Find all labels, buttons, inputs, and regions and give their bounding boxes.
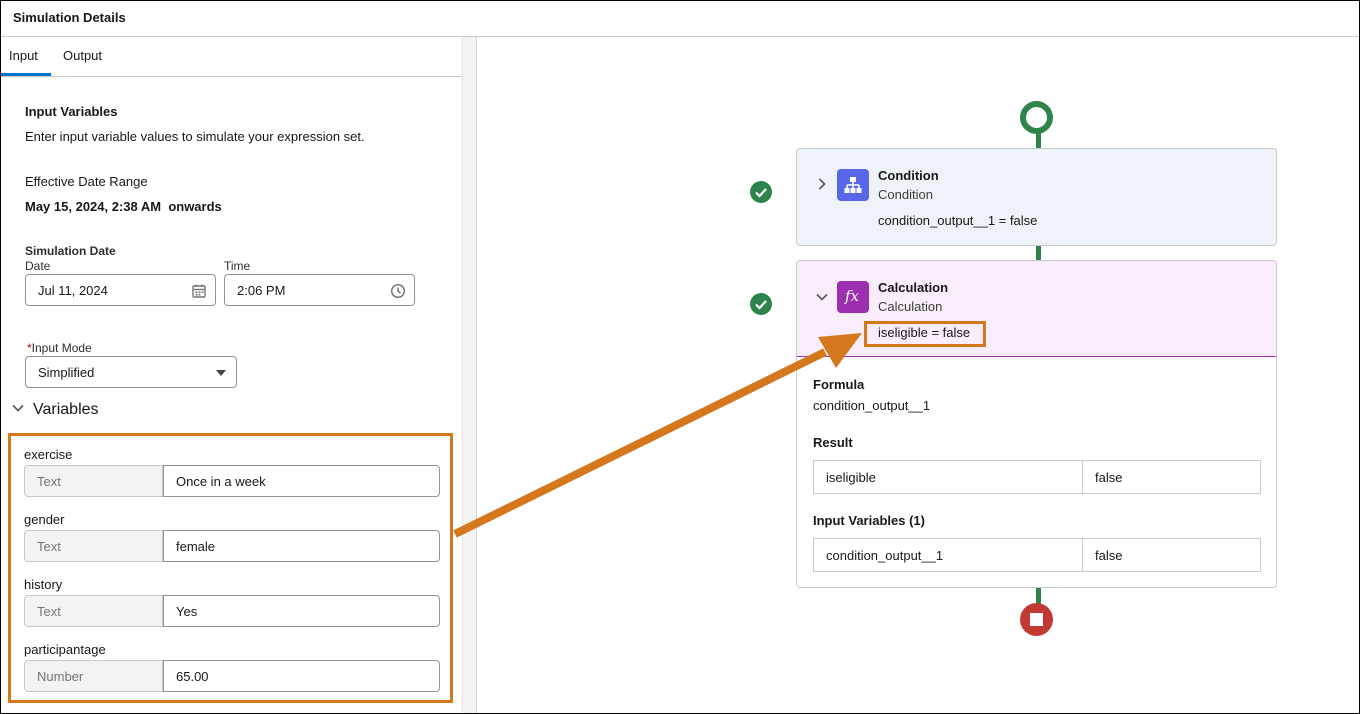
variable-type-participantage: Number — [24, 660, 163, 692]
formula-value: condition_output__1 — [813, 398, 931, 413]
chevron-down-icon[interactable] — [815, 292, 829, 302]
input-variable-name-cell: condition_output__1 — [814, 539, 1083, 571]
simulation-date-heading: Simulation Date — [25, 244, 116, 258]
time-input[interactable]: 2:06 PM — [224, 274, 415, 306]
variable-label-history: history — [24, 577, 63, 592]
result-name-cell: iseligible — [814, 461, 1083, 493]
input-variables-heading: Input Variables — [25, 104, 118, 119]
active-tab-indicator — [1, 73, 51, 76]
variable-label-exercise: exercise — [24, 447, 73, 462]
condition-title: Condition — [878, 168, 939, 183]
variable-value-history[interactable]: Yes — [163, 595, 440, 627]
variable-type-history: Text — [24, 595, 163, 627]
stop-icon — [1030, 613, 1043, 626]
effective-date-label: Effective Date Range — [25, 174, 148, 189]
variable-value-participantage[interactable]: 65.00 — [163, 660, 440, 692]
page-title: Simulation Details — [13, 10, 126, 25]
input-mode-label: *Input Mode — [27, 341, 92, 355]
calculation-header: fx Calculation Calculation iseligible = … — [797, 261, 1276, 357]
flow-connector — [1036, 245, 1041, 261]
end-node[interactable] — [1020, 603, 1053, 636]
input-variables-description: Enter input variable values to simulate … — [25, 129, 365, 144]
function-icon: fx — [837, 281, 869, 313]
calendar-icon[interactable] — [191, 283, 207, 299]
input-panel: Input Output Input Variables Enter input… — [1, 37, 462, 713]
date-label: Date — [25, 259, 51, 273]
panel-resize-handle[interactable] — [462, 37, 477, 713]
variable-label-participantage: participantage — [24, 642, 106, 657]
clock-icon[interactable] — [390, 283, 406, 299]
variable-type-gender: Text — [24, 530, 163, 562]
tab-bar: Input Output — [1, 37, 462, 77]
calculation-title: Calculation — [878, 280, 949, 295]
result-value-cell: false — [1095, 470, 1123, 485]
variables-highlight-box: exercise Text Once in a week gender Text… — [8, 433, 453, 703]
variable-value-gender[interactable]: female — [163, 530, 440, 562]
condition-node-card[interactable]: Condition Condition condition_output__1 … — [796, 148, 1277, 246]
tab-input[interactable]: Input — [9, 48, 38, 63]
flow-canvas: Condition Condition condition_output__1 … — [477, 37, 1359, 713]
date-input-value: Jul 11, 2024 — [38, 283, 108, 298]
calculation-output: iseligible = false — [878, 325, 971, 340]
result-label: Result — [813, 435, 853, 450]
page-header: Simulation Details — [1, 1, 1359, 37]
chevron-down-icon[interactable] — [11, 401, 25, 415]
input-variables-label: Input Variables (1) — [813, 513, 925, 528]
variable-label-gender: gender — [24, 512, 65, 527]
tab-output[interactable]: Output — [63, 48, 102, 63]
formula-label: Formula — [813, 377, 865, 392]
input-variable-table-row: condition_output__1 false — [813, 538, 1261, 572]
time-input-value: 2:06 PM — [237, 283, 286, 298]
chevron-right-icon[interactable] — [817, 177, 827, 191]
condition-subtitle: Condition — [878, 187, 933, 202]
time-label: Time — [224, 259, 251, 273]
calculation-node-card[interactable]: fx Calculation Calculation iseligible = … — [796, 260, 1277, 588]
date-input[interactable]: Jul 11, 2024 — [25, 274, 216, 306]
effective-date-value: May 15, 2024, 2:38 AM onwards — [25, 199, 222, 214]
success-check-icon — [750, 181, 772, 203]
calculation-subtitle: Calculation — [878, 299, 943, 314]
success-check-icon — [750, 293, 772, 315]
input-variable-value-cell: false — [1095, 548, 1123, 563]
condition-icon — [837, 169, 869, 201]
condition-output: condition_output__1 = false — [878, 213, 1038, 228]
start-node[interactable] — [1020, 101, 1053, 134]
variable-type-exercise: Text — [24, 465, 163, 497]
variables-section-title[interactable]: Variables — [33, 401, 99, 419]
variable-value-exercise[interactable]: Once in a week — [163, 465, 440, 497]
input-mode-select[interactable]: Simplified — [25, 356, 237, 388]
input-mode-value: Simplified — [38, 365, 95, 380]
result-table-row: iseligible false — [813, 460, 1261, 494]
chevron-down-icon — [216, 370, 226, 376]
